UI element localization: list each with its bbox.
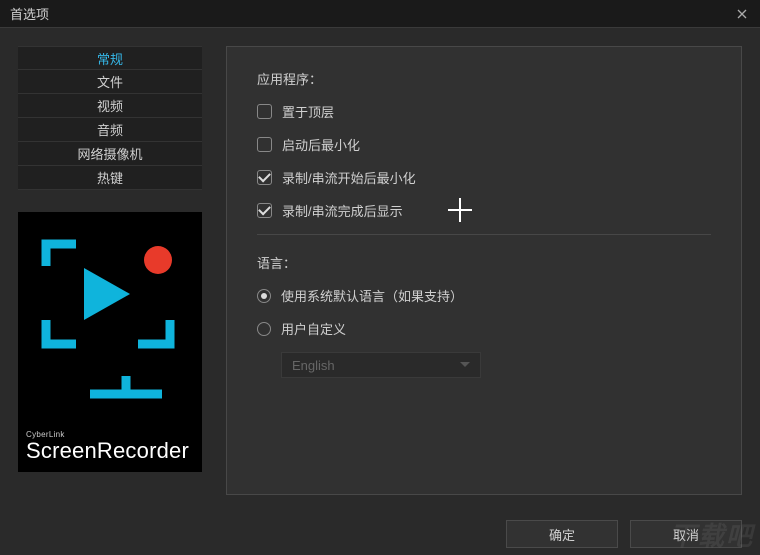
checkbox-always-on-top[interactable]: 置于顶层 [257, 102, 711, 121]
button-label: 确定 [549, 525, 575, 544]
radio-icon [257, 289, 271, 303]
checkbox-show-after-record[interactable]: 录制/串流完成后显示 [257, 201, 711, 220]
sidebar-tab-video[interactable]: 视频 [18, 94, 202, 118]
lang-section-label: 语言： [257, 253, 711, 272]
checkbox-label: 置于顶层 [282, 102, 334, 121]
tab-label: 视频 [97, 96, 123, 115]
footer: 确定 取消 [0, 513, 760, 555]
tab-label: 文件 [97, 72, 123, 91]
checkbox-label: 录制/串流开始后最小化 [282, 168, 416, 187]
checkbox-minimize-on-record[interactable]: 录制/串流开始后最小化 [257, 168, 711, 187]
content-panel: 应用程序： 置于顶层 启动后最小化 录制/串流开始后最小化 录制/串流完成后显示… [226, 46, 742, 495]
app-section-label: 应用程序： [257, 69, 711, 88]
chevron-down-icon [460, 362, 470, 367]
titlebar: 首选项 [0, 0, 760, 28]
radio-label: 使用系统默认语言（如果支持） [281, 286, 463, 305]
tab-label: 音频 [97, 120, 123, 139]
radio-custom-language[interactable]: 用户自定义 [257, 319, 711, 338]
checkbox-label: 启动后最小化 [282, 135, 360, 154]
checkbox-icon [257, 137, 272, 152]
content-wrap: 应用程序： 置于顶层 启动后最小化 录制/串流开始后最小化 录制/串流完成后显示… [220, 28, 760, 513]
radio-system-language[interactable]: 使用系统默认语言（如果支持） [257, 286, 711, 305]
ok-button[interactable]: 确定 [506, 520, 618, 548]
checkbox-minimize-on-start[interactable]: 启动后最小化 [257, 135, 711, 154]
logo-box: CyberLink ScreenRecorder [18, 212, 202, 472]
checkbox-label: 录制/串流完成后显示 [282, 201, 403, 220]
cancel-button[interactable]: 取消 [630, 520, 742, 548]
tab-label: 网络摄像机 [77, 144, 142, 163]
sidebar-tab-audio[interactable]: 音频 [18, 118, 202, 142]
sidebar-tab-webcam[interactable]: 网络摄像机 [18, 142, 202, 166]
tab-label: 常规 [97, 49, 123, 68]
close-icon[interactable] [734, 6, 750, 22]
checkbox-icon [257, 170, 272, 185]
select-value: English [292, 358, 335, 373]
divider [257, 234, 711, 235]
logo-name: ScreenRecorder [26, 439, 194, 462]
checkbox-icon [257, 203, 272, 218]
radio-icon [257, 322, 271, 336]
window-title: 首选项 [10, 4, 734, 23]
sidebar: 常规 文件 视频 音频 网络摄像机 热键 CyberLink ScreenRec… [0, 28, 220, 513]
language-select[interactable]: English [281, 352, 481, 378]
sidebar-tab-hotkey[interactable]: 热键 [18, 166, 202, 190]
screenrecorder-logo-icon [38, 236, 182, 406]
sidebar-tab-file[interactable]: 文件 [18, 70, 202, 94]
body-area: 常规 文件 视频 音频 网络摄像机 热键 CyberLink ScreenRec… [0, 28, 760, 513]
checkbox-icon [257, 104, 272, 119]
sidebar-tabs: 常规 文件 视频 音频 网络摄像机 热键 [18, 46, 202, 190]
tab-label: 热键 [97, 168, 123, 187]
sidebar-tab-general[interactable]: 常规 [18, 46, 202, 70]
logo-text: CyberLink ScreenRecorder [18, 423, 202, 472]
radio-label: 用户自定义 [281, 319, 346, 338]
button-label: 取消 [673, 525, 699, 544]
